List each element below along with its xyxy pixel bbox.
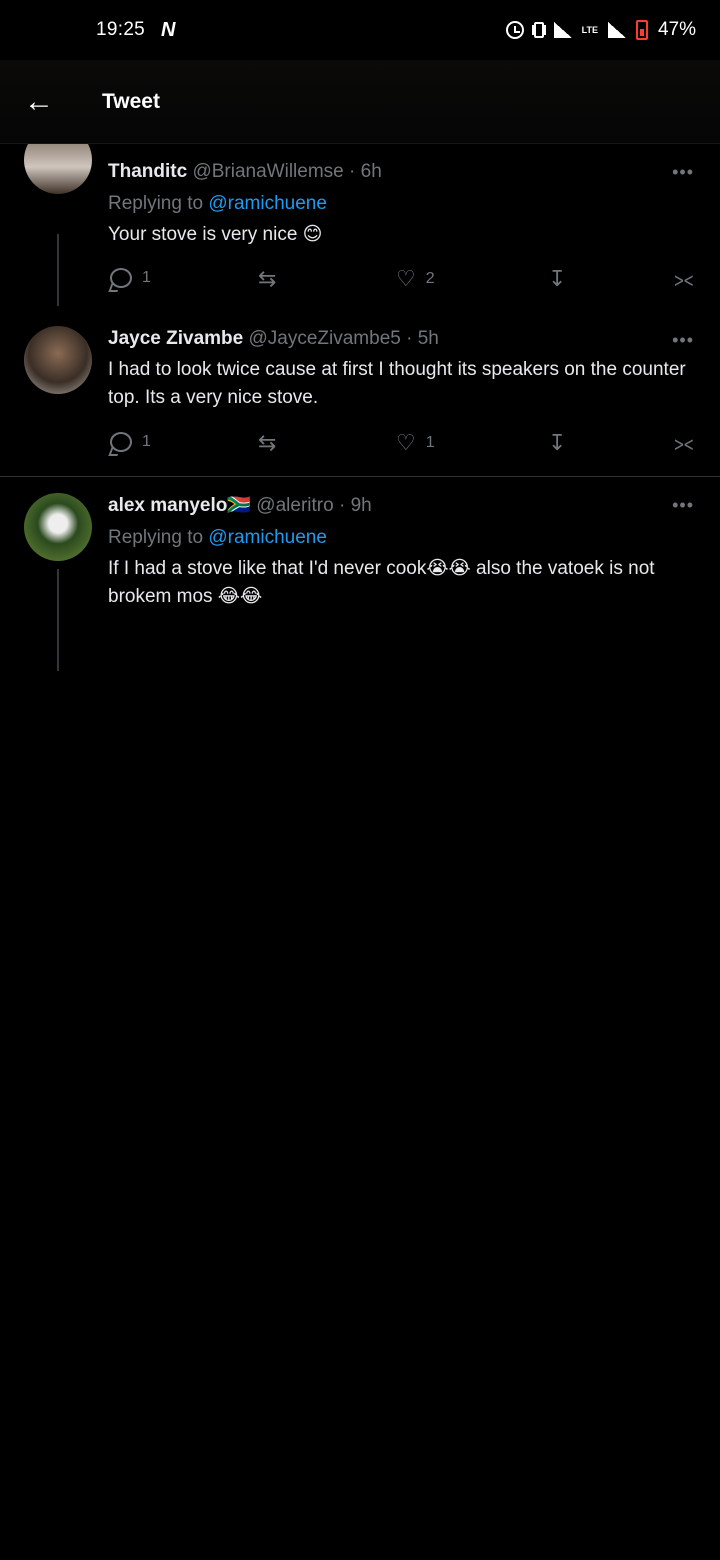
avatar[interactable] [24,144,92,194]
tweet-text: If I had a stove like that I'd never coo… [108,558,655,607]
battery-icon [635,20,648,40]
more-options-icon[interactable]: ••• [672,330,694,351]
status-bar: 19:25 N LTE 47% [0,0,720,60]
avatar[interactable] [24,326,92,394]
arrow-left-icon[interactable]: ← [24,85,74,119]
reply-icon [110,432,132,452]
tweet-time: 5h [417,328,439,349]
replying-to: Replying to @ramichuene [108,193,327,214]
author-name[interactable]: alex manyelo🇿🇦 [108,495,251,516]
thread-line [57,234,59,306]
author-handle: @BrianaWillemse [192,161,344,182]
replying-to: Replying to @ramichuene [108,527,327,548]
battery-percent: 47% [657,19,696,40]
share-down-icon: ↧ [548,266,567,291]
mention-link[interactable]: @ramichuene [208,193,327,214]
author-name[interactable]: Jayce Zivambe [108,328,243,349]
tweet[interactable]: Thanditc @BrianaWillemse · 6h Replying t… [0,144,720,306]
author-handle: @aleritro [256,495,334,516]
avatar[interactable] [24,493,92,561]
heart-icon: ♡ [396,430,416,455]
mention-link[interactable]: @ramichuene [208,527,327,548]
retweet-icon: ⇆ [258,266,277,291]
thread-line [57,569,59,671]
status-time: 19:25 [96,19,146,40]
reply-button[interactable]: 1 [110,432,151,452]
retweet-icon: ⇆ [258,430,277,455]
signal-icon-2 [607,22,626,38]
reply-button[interactable]: 1 [110,268,151,288]
reply-icon [110,268,132,288]
page-title: Tweet [102,89,160,113]
like-button[interactable]: ♡ 1 [396,432,435,454]
signal-icon [553,22,572,38]
tweet[interactable]: Jayce Zivambe @JayceZivambe5 · 5h I had … [0,306,720,476]
like-button[interactable]: ♡ 2 [396,268,435,290]
reply-feed[interactable]: Thanditc @BrianaWillemse · 6h Replying t… [0,144,720,1464]
share-down-button[interactable]: ↧ [548,432,566,454]
heart-icon: ♡ [396,266,416,291]
share-button[interactable]: ⪥ [674,432,693,454]
network-type: LTE [581,24,598,35]
share-down-button[interactable]: ↧ [548,268,566,290]
share-down-icon: ↧ [548,430,567,455]
author-name[interactable]: Thanditc [108,161,187,182]
top-app-bar: ← Tweet [0,60,720,144]
retweet-button[interactable]: ⇆ [258,432,276,454]
share-icon: ⪥ [674,430,694,455]
more-options-icon[interactable]: ••• [672,162,694,183]
tweet[interactable]: alex manyelo🇿🇦 @aleritro · 9h Replying t… [0,477,720,671]
netflix-notification-icon: N [161,18,176,41]
alarm-icon [505,21,524,39]
author-handle: @JayceZivambe5 [248,328,401,349]
vibrate-icon [533,22,544,38]
more-options-icon[interactable]: ••• [672,495,694,516]
tweet-text: I had to look twice cause at first I tho… [108,359,686,408]
share-icon: ⪥ [674,266,694,291]
share-button[interactable]: ⪥ [674,268,693,290]
retweet-button[interactable]: ⇆ [258,268,276,290]
tweet-time: 9h [350,495,372,516]
tweet-time: 6h [360,161,382,182]
tweet-text: Your stove is very nice 😊 [108,224,323,245]
